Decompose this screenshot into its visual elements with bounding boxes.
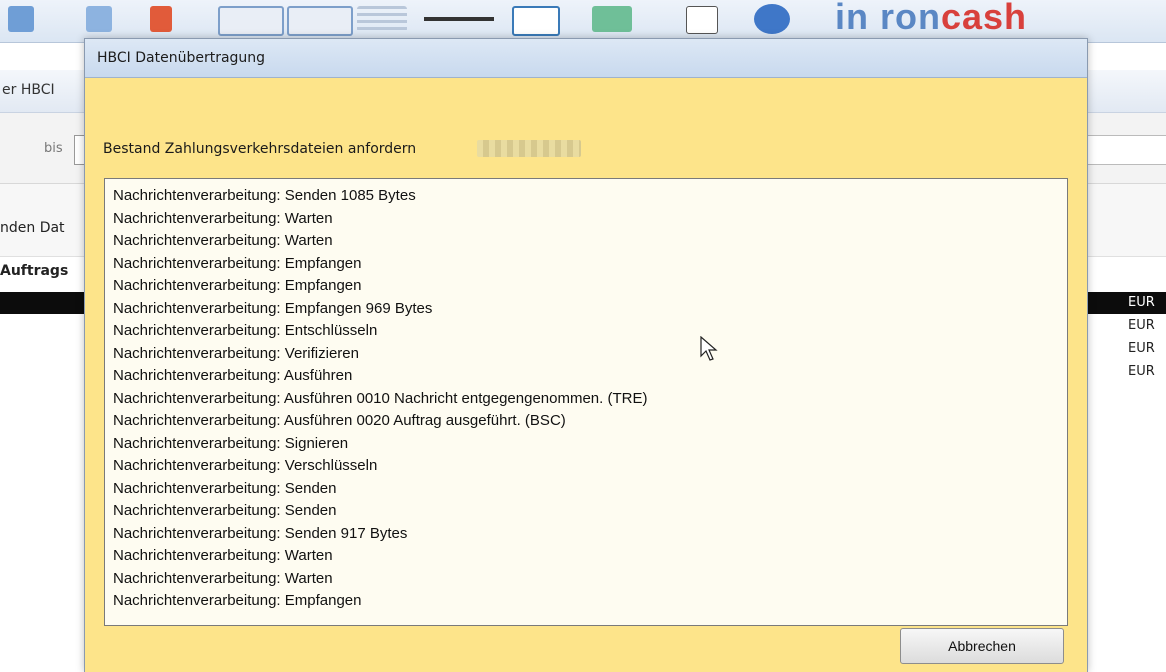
log-line: Nachrichtenverarbeitung: Warten [113,209,333,227]
log-line: Nachrichtenverarbeitung: Empfangen [113,592,362,609]
log-line: Nachrichtenverarbeitung: Ausführen 0020 … [113,412,566,429]
app-toolbar: in roncash [0,0,1166,43]
log-line: Nachrichtenverarbeitung: Verifizieren [113,344,359,362]
dialog-title: HBCI Datenübertragung [97,50,266,66]
log-line: Nachrichtenverarbeitung: Verschlüsseln [113,457,378,474]
log-line: Nachrichtenverarbeitung: Senden [113,502,337,519]
log-line: Nachrichtenverarbeitung: Senden 917 Byte… [113,524,408,542]
currency-cell: EUR [1128,295,1155,310]
calendar-icon[interactable] [512,6,560,36]
log-line: Nachrichtenverarbeitung: Empfangen 969 B… [113,299,433,317]
mouse-pointer-icon [700,336,718,361]
chart-icon[interactable] [592,6,632,32]
request-label: Bestand Zahlungsverkehrsdateien anforder… [103,141,417,157]
back-arrow-icon[interactable] [8,6,34,32]
currency-cell: EUR [1128,318,1155,333]
currency-cell: EUR [1128,364,1155,379]
send-section-label: nden Dat [0,220,65,236]
window-caption-text: er HBCI [2,82,55,98]
form-icon-2[interactable] [287,6,353,36]
log-line: Nachrichtenverarbeitung: Ausführen [113,367,353,384]
log-line: Nachrichtenverarbeitung: Signieren [113,434,349,452]
grid-icon[interactable] [686,6,718,34]
brand-logo: in roncash [835,0,1028,37]
filter-bis-label: bis [44,141,63,156]
minus-icon[interactable] [424,6,494,32]
log-line: Nachrichtenverarbeitung: Senden [113,479,337,497]
log-line: Nachrichtenverarbeitung: Empfangen [113,254,362,272]
log-line: Nachrichtenverarbeitung: Senden 1085 Byt… [113,187,416,204]
lines-icon[interactable] [357,6,407,32]
hbci-transfer-dialog: HBCI Datenübertragung Bestand Zahlungsve… [84,38,1088,672]
dialog-titlebar[interactable]: HBCI Datenübertragung [85,39,1087,78]
log-line: Nachrichtenverarbeitung: Warten [113,232,333,249]
send-arrow-icon[interactable] [150,6,172,32]
redacted-account [477,140,581,157]
log-line: Nachrichtenverarbeitung: Warten [113,569,333,587]
forward-arrow-icon[interactable] [86,6,112,32]
currency-cell: EUR [1128,341,1155,356]
log-line: Nachrichtenverarbeitung: Ausführen 0010 … [113,389,648,407]
form-icon[interactable] [218,6,284,36]
orders-column-label: Auftrags [0,263,69,279]
message-log[interactable]: Nachrichtenverarbeitung: Senden 1085 Byt… [104,178,1068,626]
log-line: Nachrichtenverarbeitung: Warten [113,547,333,564]
log-line: Nachrichtenverarbeitung: Entschlüsseln [113,322,378,339]
filter-field-right[interactable] [1086,135,1166,165]
info-icon[interactable] [754,4,790,34]
cancel-button[interactable]: Abbrechen [900,628,1064,664]
log-line: Nachrichtenverarbeitung: Empfangen [113,277,362,294]
